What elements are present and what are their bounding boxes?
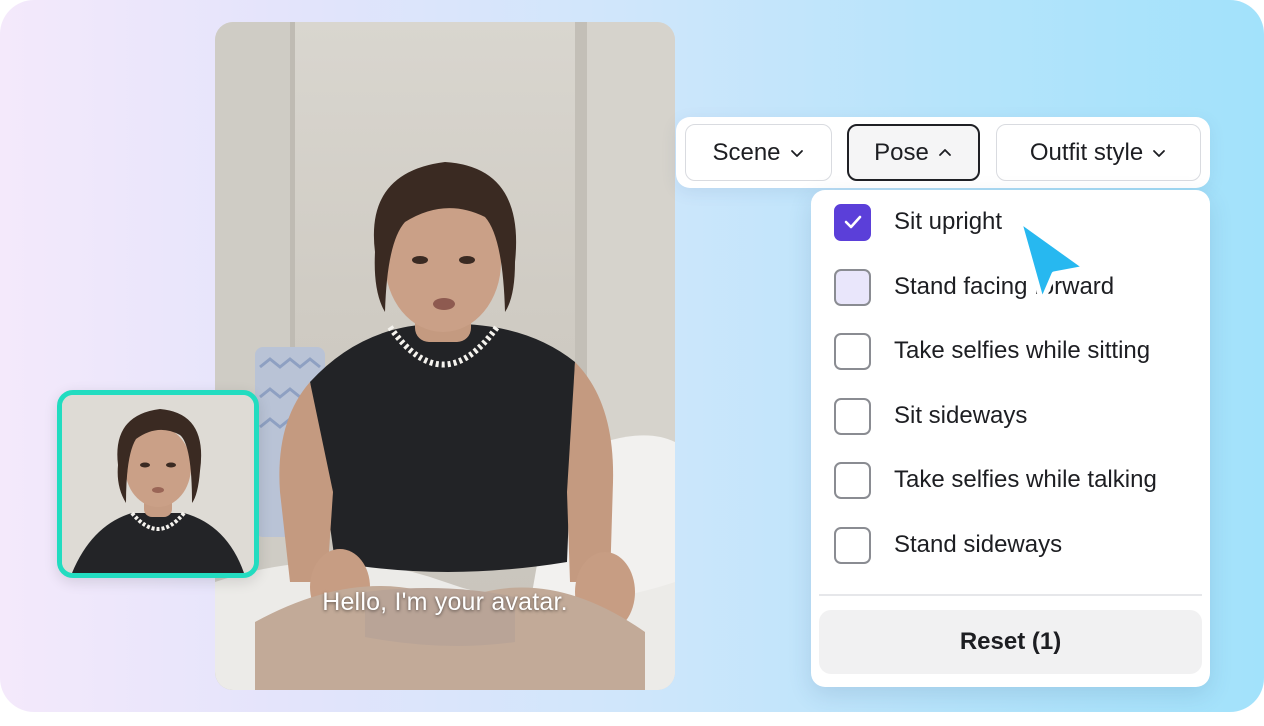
- background-canvas: Hello, I'm your avatar. Scene Pose Outfi…: [0, 0, 1264, 712]
- pose-option-label: Stand sideways: [894, 531, 1063, 558]
- pose-option-take-selfies-while-sitting[interactable]: Take selfies while sitting: [811, 322, 1210, 380]
- pose-option-take-selfies-while-talking[interactable]: Take selfies while talking: [811, 451, 1210, 509]
- avatar-thumbnail[interactable]: [57, 390, 259, 578]
- reset-button[interactable]: Reset (1): [819, 610, 1202, 674]
- scene-dropdown[interactable]: Scene: [685, 124, 832, 181]
- outfit-style-dropdown[interactable]: Outfit style: [996, 124, 1201, 181]
- pose-label: Pose: [874, 138, 929, 166]
- pose-option-label: Take selfies while sitting: [894, 337, 1151, 364]
- pose-option-label: Sit upright: [894, 208, 1003, 235]
- outfit-style-label: Outfit style: [1029, 138, 1144, 166]
- pose-option-label: Sit sideways: [894, 402, 1028, 429]
- chevron-down-icon: [1153, 149, 1166, 157]
- scene-label: Scene: [712, 138, 781, 166]
- pose-option-label: Take selfies while talking: [894, 466, 1157, 493]
- pose-checkbox[interactable]: [834, 397, 871, 435]
- pose-checkbox[interactable]: [834, 526, 871, 564]
- pose-checkbox[interactable]: [834, 203, 871, 241]
- pose-option-sit-sideways[interactable]: Sit sideways: [811, 387, 1210, 445]
- check-icon: [844, 215, 861, 229]
- pointer-cursor-icon: [1016, 217, 1089, 305]
- chevron-up-icon: [938, 148, 951, 156]
- pose-option-stand-sideways[interactable]: Stand sideways: [811, 516, 1210, 574]
- pose-checkbox[interactable]: [834, 332, 871, 370]
- video-caption: Hello, I'm your avatar.: [322, 588, 568, 616]
- pose-checkbox[interactable]: [834, 268, 871, 306]
- pose-checkbox[interactable]: [834, 461, 871, 499]
- avatar-thumbnail-illustration: [62, 395, 254, 573]
- pose-dropdown[interactable]: Pose: [847, 124, 980, 181]
- chevron-down-icon: [790, 149, 803, 157]
- avatar-video[interactable]: Hello, I'm your avatar.: [215, 22, 675, 690]
- menu-divider: [819, 594, 1202, 596]
- filter-toolbar: Scene Pose Outfit style: [676, 117, 1210, 188]
